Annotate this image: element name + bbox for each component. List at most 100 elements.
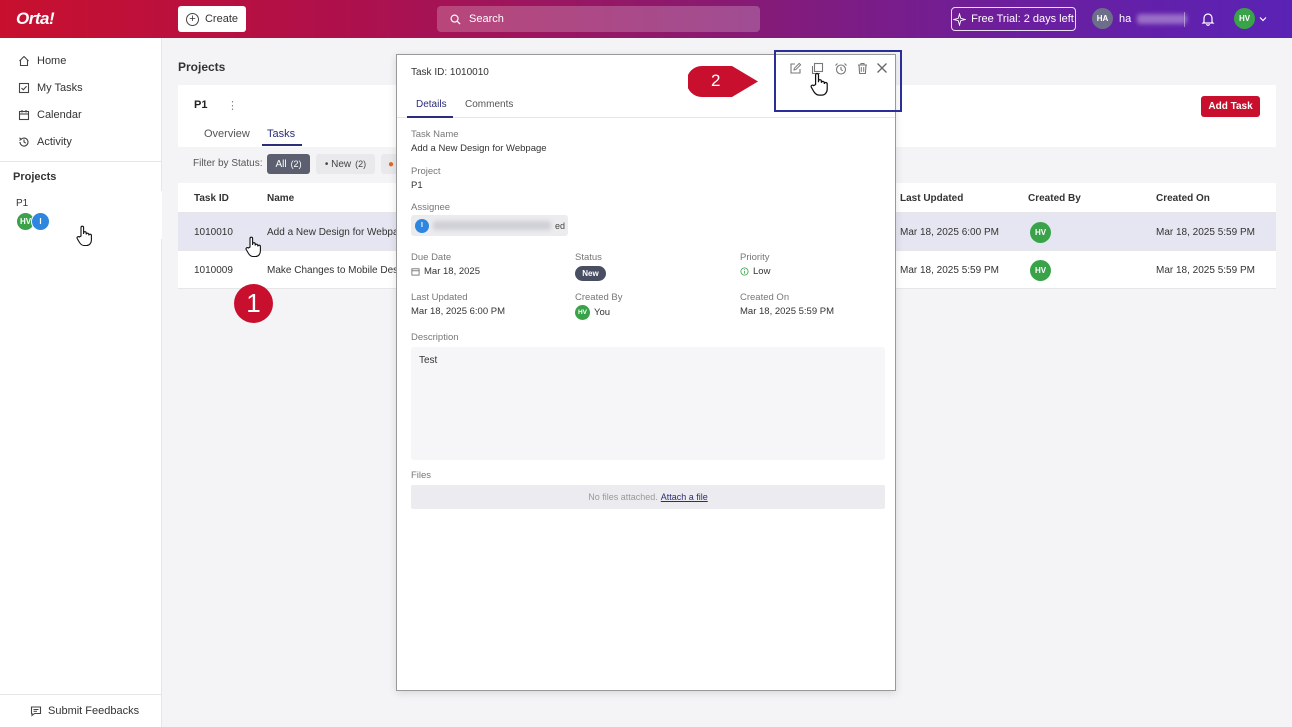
home-icon — [19, 55, 29, 67]
sidebar-item-calendar[interactable]: Calendar — [18, 109, 82, 121]
info-circle-icon — [740, 267, 749, 276]
project-label: Project — [411, 166, 441, 177]
description-text: Test — [419, 355, 438, 366]
panel-tabs-divider — [397, 117, 895, 118]
sidebar-item-label: Home — [37, 55, 67, 67]
last-updated-value: Mar 18, 2025 6:00 PM — [411, 306, 505, 317]
profile-menu[interactable]: HV — [1234, 8, 1267, 29]
free-trial-button[interactable]: Free Trial: 2 days left — [951, 7, 1076, 31]
feedback-label: Submit Feedbacks — [48, 705, 140, 717]
kebab-menu-icon[interactable]: ⋮ — [227, 99, 238, 112]
files-dropzone: No files attached. Attach a file — [411, 485, 885, 509]
task-id-label: Task ID: — [411, 67, 448, 78]
search-icon — [450, 14, 461, 25]
chip-label: All — [275, 158, 287, 170]
submit-feedback-button[interactable]: Submit Feedbacks — [30, 705, 139, 717]
sidebar-bottom-divider — [0, 694, 162, 695]
step-marker-2-arrow — [688, 66, 758, 97]
task-name-label: Task Name — [411, 129, 459, 140]
tab-details[interactable]: Details — [416, 99, 447, 110]
task-id: 1010010 — [194, 227, 233, 238]
assignee-suffix: ed — [555, 220, 566, 231]
history-icon — [19, 137, 29, 147]
tab-tasks[interactable]: Tasks — [267, 128, 295, 140]
user-avatar: HA — [1092, 8, 1113, 29]
task-id-value: 1010010 — [449, 67, 489, 78]
sidebar-item-activity[interactable]: Activity — [18, 136, 72, 148]
filter-chip-all[interactable]: All (2) — [267, 154, 310, 174]
status-badge[interactable]: New — [575, 266, 606, 281]
column-header[interactable]: Created By — [1028, 193, 1081, 204]
user-name: ha — [1119, 12, 1132, 25]
assignee-chip[interactable]: I ed — [411, 215, 568, 236]
sidebar-item-my-tasks[interactable]: My Tasks — [18, 82, 83, 94]
sidebar-item-label: My Tasks — [37, 82, 83, 94]
assignee-label: Assignee — [411, 202, 451, 213]
redacted-username — [1137, 13, 1188, 24]
project-members: HV I — [16, 212, 50, 231]
task-name: Make Changes to Mobile Desi — [267, 265, 401, 276]
task-name: Add a New Design for Webpa — [267, 227, 399, 238]
created-on-label: Created On — [740, 292, 790, 303]
priority-value[interactable]: Low — [740, 266, 770, 277]
page-title: Projects — [178, 60, 226, 74]
due-date-text: Mar 18, 2025 — [424, 266, 480, 277]
task-created-on: Mar 18, 2025 5:59 PM — [1156, 265, 1255, 276]
created-on-value: Mar 18, 2025 5:59 PM — [740, 306, 834, 317]
sidebar-projects-heading: Projects — [13, 171, 57, 183]
checkbox-icon — [18, 82, 30, 94]
search-input[interactable]: Search — [437, 6, 760, 32]
due-date-label: Due Date — [411, 252, 452, 263]
project-value: P1 — [411, 180, 423, 191]
avatar: HV — [1030, 260, 1051, 281]
calendar-icon — [411, 268, 420, 276]
search-placeholder: Search — [469, 13, 504, 25]
description-field[interactable]: Test — [411, 347, 885, 460]
task-created-by: HV — [1030, 222, 1051, 243]
feedback-icon — [30, 706, 42, 717]
highlight-box — [774, 50, 902, 112]
tab-overview[interactable]: Overview — [204, 128, 250, 140]
notification-bell-icon[interactable] — [1201, 12, 1215, 29]
chip-label: • New — [324, 158, 352, 170]
panel-task-id: Task ID: 1010010 — [411, 67, 489, 78]
redacted-assignee-name — [433, 221, 551, 230]
user-menu[interactable]: HA ha — [1092, 8, 1188, 29]
column-header[interactable]: Name — [267, 193, 294, 204]
hand-cursor-icon — [810, 73, 828, 96]
create-button[interactable]: + Create — [178, 6, 246, 32]
task-last-updated: Mar 18, 2025 5:59 PM — [900, 265, 999, 276]
add-task-button[interactable]: Add Task — [1201, 96, 1260, 117]
priority-text: Low — [753, 266, 771, 277]
sparkle-icon — [953, 12, 967, 26]
create-label: Create — [204, 13, 239, 25]
task-detail-panel: Task ID: 1010010 Details Comments Task N… — [396, 54, 896, 691]
column-header[interactable]: Created On — [1156, 193, 1210, 204]
app-logo[interactable]: Orta! — [16, 9, 55, 29]
files-label: Files — [411, 470, 432, 481]
project-title: P1 — [194, 99, 208, 111]
sidebar-item-label: Activity — [37, 136, 72, 148]
sidebar-item-home[interactable]: Home — [18, 55, 66, 67]
profile-avatar: HV — [1234, 8, 1255, 29]
avatar: I — [31, 212, 50, 231]
tab-comments[interactable]: Comments — [465, 99, 513, 110]
no-files-text: No files attached. — [588, 492, 658, 502]
created-by-label: Created By — [575, 292, 623, 303]
sidebar-divider — [0, 161, 162, 162]
task-created-on: Mar 18, 2025 5:59 PM — [1156, 227, 1255, 238]
status-label: Status — [575, 252, 602, 263]
step-marker-1: 1 — [234, 284, 273, 323]
topbar-divider — [1184, 12, 1185, 27]
top-bar: Orta! + Create Search Free Trial: 2 days… — [0, 0, 1292, 38]
attach-file-link[interactable]: Attach a file — [661, 492, 708, 502]
column-header[interactable]: Last Updated — [900, 193, 963, 204]
chip-count: (2) — [355, 159, 367, 169]
avatar: HV — [575, 305, 590, 320]
chevron-down-icon — [1259, 16, 1267, 21]
task-name-value: Add a New Design for Webpage — [411, 143, 547, 154]
filter-chip-new[interactable]: • New (2) — [316, 154, 375, 174]
column-header[interactable]: Task ID — [194, 193, 229, 204]
last-updated-label: Last Updated — [411, 292, 468, 303]
tab-underline — [262, 144, 302, 146]
